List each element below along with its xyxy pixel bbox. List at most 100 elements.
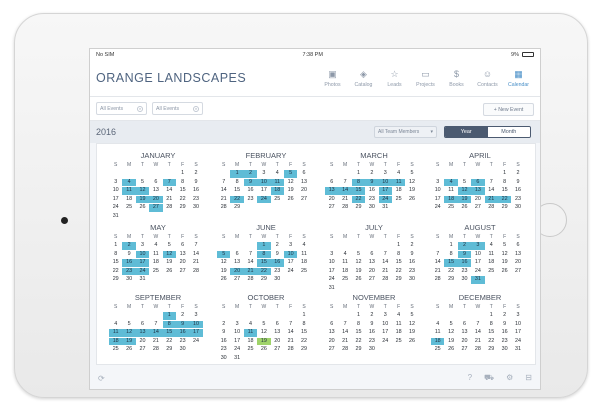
day-cell[interactable]: 24	[379, 338, 392, 346]
day-cell[interactable]: 3	[379, 312, 392, 320]
day-cell[interactable]: 17	[379, 329, 392, 337]
day-cell[interactable]: 27	[458, 346, 471, 354]
day-cell[interactable]: 20	[271, 338, 284, 346]
day-cell[interactable]: 5	[405, 170, 418, 178]
day-cell[interactable]: 16	[175, 329, 190, 337]
day-cell[interactable]: 4	[444, 178, 458, 187]
day-cell[interactable]: 6	[325, 179, 338, 187]
day-cell[interactable]: 2	[217, 321, 230, 329]
day-cell[interactable]: 1	[498, 170, 511, 178]
day-cell[interactable]: 5	[217, 250, 231, 259]
day-cell[interactable]: 13	[230, 259, 243, 267]
day-cell[interactable]: 16	[365, 329, 378, 337]
day-cell[interactable]: 21	[149, 338, 162, 346]
day-cell[interactable]: 11	[149, 251, 162, 259]
day-cell[interactable]: 9	[243, 178, 258, 187]
day-cell[interactable]: 24	[109, 204, 122, 212]
gear-icon[interactable]: ⚙	[506, 373, 513, 383]
day-cell[interactable]: 17	[284, 259, 297, 267]
day-cell[interactable]: 25	[297, 268, 310, 276]
day-cell[interactable]: 3	[257, 170, 270, 178]
day-cell[interactable]: 5	[405, 312, 418, 320]
day-cell[interactable]: 23	[176, 338, 189, 346]
day-cell[interactable]: 12	[162, 250, 176, 259]
day-cell[interactable]: 20	[458, 338, 471, 346]
day-cell[interactable]: 20	[136, 338, 149, 346]
day-cell[interactable]: 14	[471, 329, 484, 337]
day-cell[interactable]: 31	[379, 204, 392, 212]
day-cell[interactable]: 15	[498, 187, 511, 195]
day-cell[interactable]: 11	[392, 321, 405, 329]
day-cell[interactable]: 6	[511, 242, 524, 250]
day-cell[interactable]: 25	[485, 268, 498, 276]
day-cell[interactable]: 22	[176, 196, 189, 204]
day-cell[interactable]: 4	[485, 242, 498, 250]
day-cell[interactable]: 16	[189, 187, 202, 195]
day-cell[interactable]: 24	[284, 268, 297, 276]
day-cell[interactable]: 4	[271, 170, 284, 178]
day-cell[interactable]: 13	[511, 251, 524, 259]
day-cell[interactable]: 10	[189, 320, 203, 329]
day-cell[interactable]: 8	[485, 321, 498, 329]
day-cell[interactable]: 16	[244, 187, 257, 195]
day-cell[interactable]: 25	[338, 276, 351, 284]
day-cell[interactable]: 8	[444, 251, 457, 259]
day-cell[interactable]: 26	[122, 346, 135, 354]
day-cell[interactable]: 27	[511, 268, 524, 276]
day-cell[interactable]: 13	[271, 329, 284, 337]
day-cell[interactable]: 30	[271, 276, 284, 284]
day-cell[interactable]: 10	[325, 259, 338, 267]
day-cell[interactable]: 16	[217, 338, 230, 346]
day-cell[interactable]: 8	[176, 179, 189, 187]
day-cell[interactable]: 10	[431, 187, 444, 195]
day-cell[interactable]: 22	[352, 338, 365, 346]
day-cell[interactable]: 1	[297, 312, 310, 320]
day-cell[interactable]: 12	[352, 259, 365, 267]
day-cell[interactable]: 6	[271, 321, 284, 329]
day-cell[interactable]: 22	[485, 338, 498, 346]
day-cell[interactable]: 31	[109, 213, 122, 221]
clear-icon[interactable]: ×	[137, 105, 143, 112]
day-cell[interactable]: 18	[149, 259, 162, 267]
day-cell[interactable]: 19	[135, 195, 150, 204]
day-cell[interactable]: 31	[511, 346, 524, 354]
day-cell[interactable]: 21	[243, 267, 258, 276]
day-cell[interactable]: 17	[471, 259, 484, 267]
day-cell[interactable]: 7	[244, 251, 257, 259]
day-cell[interactable]: 31	[471, 276, 485, 285]
day-cell[interactable]: 29	[230, 204, 243, 212]
day-cell[interactable]: 19	[405, 187, 418, 195]
day-cell[interactable]: 26	[257, 346, 270, 354]
day-cell[interactable]: 12	[405, 321, 418, 329]
month-title[interactable]: JUNE	[217, 223, 315, 232]
day-cell[interactable]: 21	[471, 338, 484, 346]
day-cell[interactable]: 30	[511, 204, 524, 212]
day-cell[interactable]: 16	[498, 329, 511, 337]
day-cell[interactable]: 18	[244, 338, 257, 346]
day-cell[interactable]: 16	[270, 259, 284, 267]
day-cell[interactable]: 8	[297, 321, 310, 329]
day-cell[interactable]: 13	[149, 187, 162, 195]
day-cell[interactable]: 10	[379, 321, 392, 329]
day-cell[interactable]: 10	[109, 187, 122, 195]
day-cell[interactable]: 9	[122, 251, 135, 259]
day-cell[interactable]: 5	[283, 170, 298, 178]
day-cell[interactable]: 13	[176, 251, 189, 259]
day-cell[interactable]: 29	[109, 276, 122, 284]
day-cell[interactable]: 4	[431, 321, 444, 329]
day-cell[interactable]: 21	[284, 338, 297, 346]
day-cell[interactable]: 9	[511, 179, 524, 187]
day-cell[interactable]: 29	[163, 346, 176, 354]
day-cell[interactable]: 12	[122, 329, 136, 337]
day-cell[interactable]: 8	[230, 179, 243, 187]
day-cell[interactable]: 2	[405, 242, 418, 250]
day-cell[interactable]: 26	[405, 196, 418, 204]
day-cell[interactable]: 2	[365, 312, 378, 320]
day-cell[interactable]: 24	[189, 338, 202, 346]
day-cell[interactable]: 13	[135, 329, 150, 337]
day-cell[interactable]: 30	[365, 346, 378, 354]
day-cell[interactable]: 11	[122, 187, 136, 195]
day-cell[interactable]: 9	[217, 329, 230, 337]
day-cell[interactable]: 20	[365, 268, 378, 276]
day-cell[interactable]: 3	[511, 312, 524, 320]
